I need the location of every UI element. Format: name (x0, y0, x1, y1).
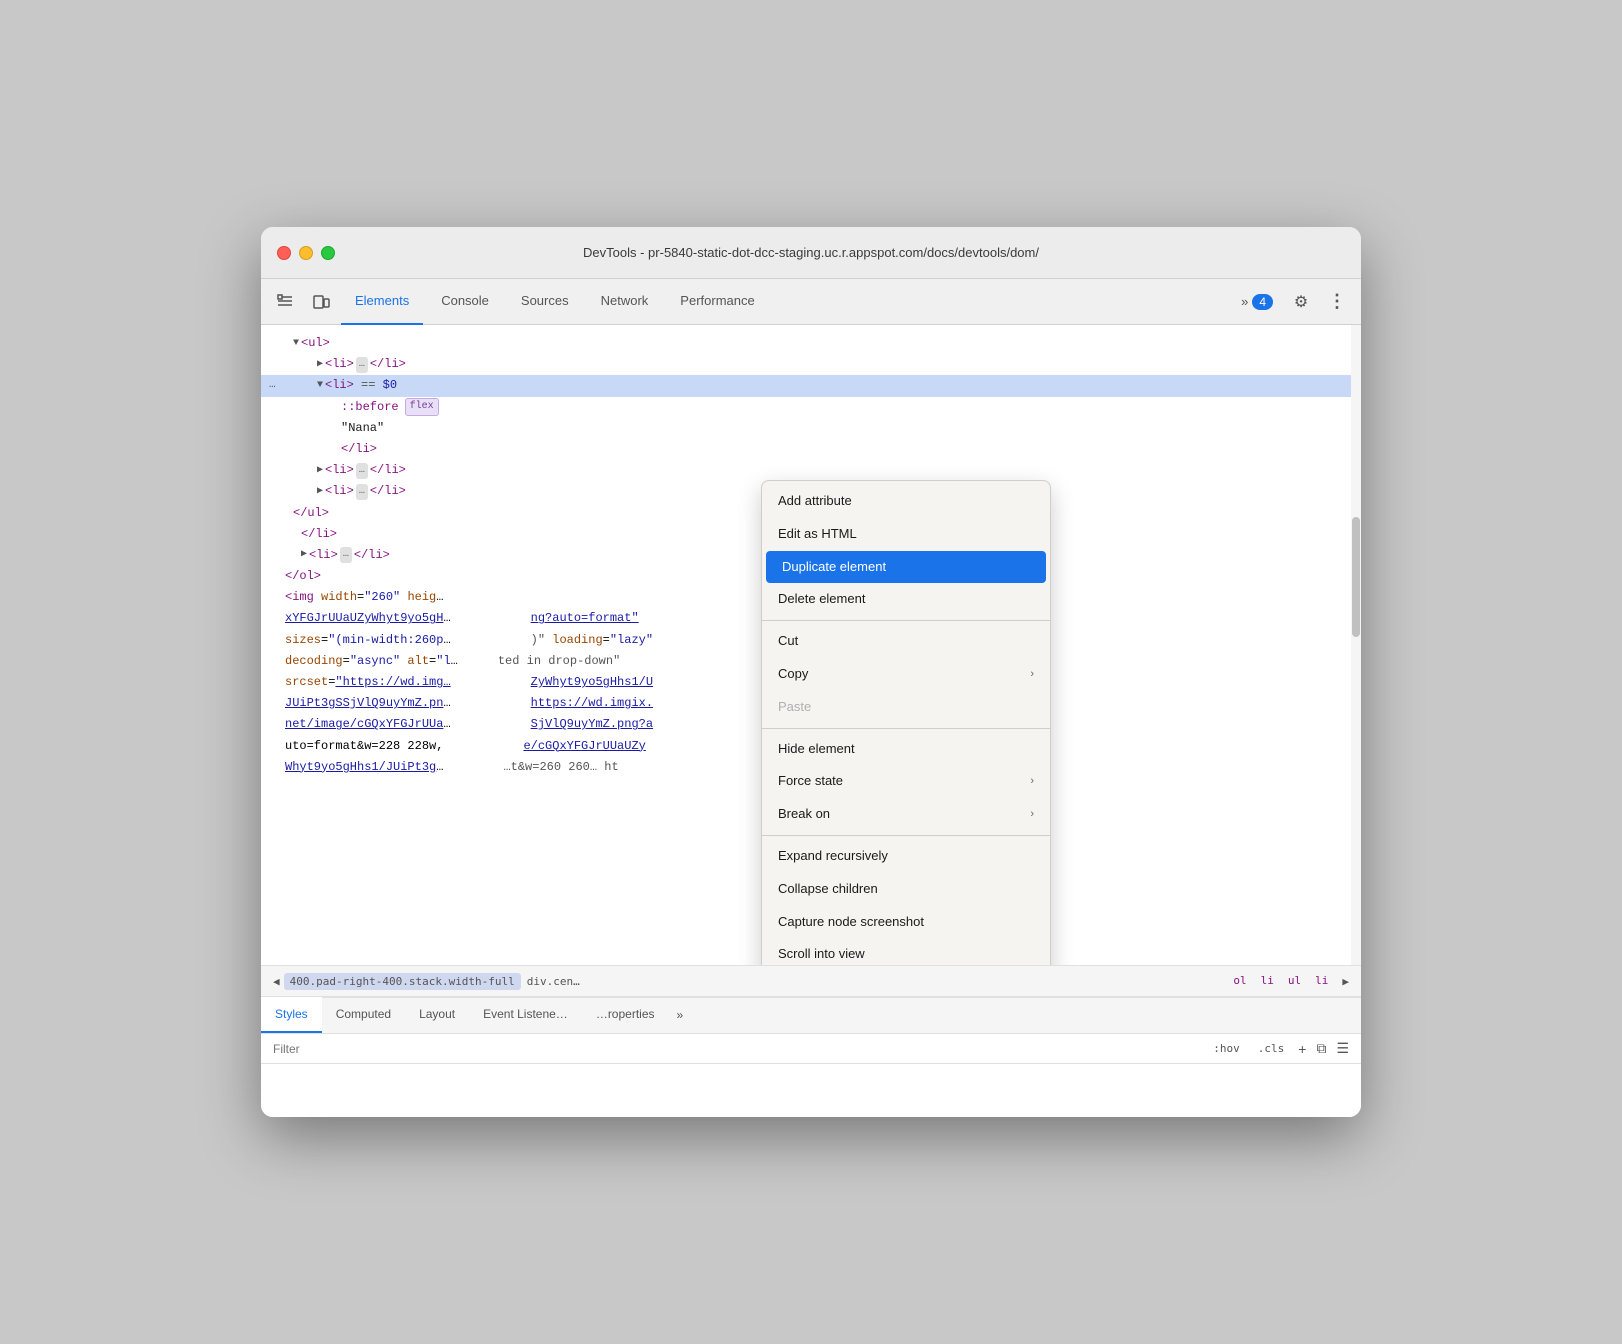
submenu-arrow: › (1030, 666, 1034, 684)
tab-event-listeners[interactable]: Event Listene… (469, 997, 582, 1033)
tab-network[interactable]: Network (587, 279, 663, 325)
tab-styles[interactable]: Styles (261, 997, 322, 1033)
maximize-button[interactable] (321, 246, 335, 260)
traffic-lights (277, 246, 335, 260)
close-button[interactable] (277, 246, 291, 260)
dom-line-selected[interactable]: … ▼ <li> == $0 (261, 375, 1361, 396)
styles-actions: :hov .cls + ⧉ ☰ (1209, 1040, 1349, 1057)
styles-tabs: Styles Computed Layout Event Listene… …r… (261, 998, 1361, 1034)
breadcrumb-type-ol[interactable]: ol (1229, 973, 1250, 990)
dom-line[interactable]: ▶ <li> … </li> (261, 354, 1361, 375)
breadcrumb-types: ol li ul li ▶ (1229, 973, 1353, 990)
ctx-separator (762, 728, 1050, 729)
ctx-cut[interactable]: Cut (762, 625, 1050, 658)
breadcrumb-bar: ◀ 400.pad-right-400.stack.width-full div… (261, 965, 1361, 997)
ctx-separator (762, 620, 1050, 621)
add-style-icon[interactable]: + (1298, 1041, 1306, 1057)
dom-line[interactable]: ▶ <li> … </li> (261, 460, 1361, 481)
scrollbar-thumb[interactable] (1352, 517, 1360, 637)
context-dots[interactable]: … (269, 377, 276, 395)
submenu-arrow: › (1030, 806, 1034, 824)
dom-panel[interactable]: ▼ <ul> ▶ <li> … </li> … ▼ <li> == $0 ::b… (261, 325, 1361, 965)
minimize-button[interactable] (299, 246, 313, 260)
ctx-copy[interactable]: Copy › (762, 658, 1050, 691)
devtools-toolbar: Elements Console Sources Network Perform… (261, 279, 1361, 325)
styles-toolbar: :hov .cls + ⧉ ☰ (261, 1034, 1361, 1064)
breadcrumb-type-li2[interactable]: li (1311, 973, 1332, 990)
ellipsis-button[interactable]: … (356, 357, 368, 373)
tab-computed[interactable]: Computed (322, 997, 405, 1033)
ctx-expand-recursively[interactable]: Expand recursively (762, 840, 1050, 873)
scrollbar[interactable] (1351, 325, 1361, 965)
expand-icon[interactable]: ▼ (293, 336, 299, 352)
breadcrumb-type-ul[interactable]: ul (1284, 973, 1305, 990)
copy-style-icon[interactable]: ⧉ (1316, 1040, 1326, 1057)
ellipsis-button[interactable]: … (340, 547, 352, 563)
filter-input[interactable] (273, 1042, 1209, 1056)
devtools-window: DevTools - pr-5840-static-dot-dcc-stagin… (261, 227, 1361, 1117)
ellipsis-button[interactable]: … (356, 484, 368, 500)
inspect-icon[interactable] (269, 286, 301, 318)
ctx-paste: Paste (762, 691, 1050, 724)
flex-badge: flex (405, 398, 439, 416)
breadcrumb-type-li[interactable]: li (1257, 973, 1278, 990)
ellipsis-button[interactable]: … (356, 463, 368, 479)
more-tabs-button[interactable]: » 4 (1233, 290, 1281, 314)
dom-line[interactable]: </li> (261, 439, 1361, 460)
ctx-force-state[interactable]: Force state › (762, 765, 1050, 798)
expand-icon[interactable]: ▶ (317, 357, 323, 373)
device-toolbar-icon[interactable] (305, 286, 337, 318)
ctx-collapse-children[interactable]: Collapse children (762, 873, 1050, 906)
more-options-icon[interactable]: ⋮ (1321, 286, 1353, 318)
context-menu: Add attribute Edit as HTML Duplicate ele… (761, 480, 1051, 965)
dom-line[interactable]: ▼ <ul> (261, 333, 1361, 354)
ctx-delete-element[interactable]: Delete element (762, 583, 1050, 616)
breadcrumb-forward[interactable]: ▶ (1338, 973, 1353, 990)
expand-icon[interactable]: ▶ (317, 463, 323, 479)
settings-icon[interactable]: ⚙ (1285, 286, 1317, 318)
ctx-scroll-into-view[interactable]: Scroll into view (762, 938, 1050, 965)
ctx-edit-as-html[interactable]: Edit as HTML (762, 518, 1050, 551)
breadcrumb-item[interactable]: 400.pad-right-400.stack.width-full (284, 973, 521, 990)
ctx-separator (762, 835, 1050, 836)
ctx-break-on[interactable]: Break on › (762, 798, 1050, 831)
toggle-style-icon[interactable]: ☰ (1336, 1040, 1349, 1057)
hov-button[interactable]: :hov (1209, 1040, 1244, 1057)
expand-icon[interactable]: ▶ (301, 547, 307, 563)
ctx-hide-element[interactable]: Hide element (762, 733, 1050, 766)
dom-line[interactable]: "Nana" (261, 418, 1361, 439)
submenu-arrow: › (1030, 773, 1034, 791)
tab-properties[interactable]: …roperties (582, 997, 669, 1033)
expand-icon[interactable]: ▶ (317, 484, 323, 500)
devtools-main: ▼ <ul> ▶ <li> … </li> … ▼ <li> == $0 ::b… (261, 325, 1361, 1117)
tab-elements[interactable]: Elements (341, 279, 423, 325)
breadcrumb-item[interactable]: div.cen… (521, 973, 586, 990)
breadcrumb-back[interactable]: ◀ (269, 973, 284, 990)
more-style-tabs[interactable]: » (669, 997, 692, 1033)
tab-performance[interactable]: Performance (666, 279, 768, 325)
expand-icon[interactable]: ▼ (317, 378, 323, 394)
tab-console[interactable]: Console (427, 279, 503, 325)
styles-panel: Styles Computed Layout Event Listene… …r… (261, 997, 1361, 1117)
ctx-duplicate-element[interactable]: Duplicate element (766, 551, 1046, 584)
tab-sources[interactable]: Sources (507, 279, 583, 325)
ctx-capture-screenshot[interactable]: Capture node screenshot (762, 906, 1050, 939)
ctx-add-attribute[interactable]: Add attribute (762, 485, 1050, 518)
dom-line[interactable]: ::before flex (261, 397, 1361, 418)
tab-layout[interactable]: Layout (405, 997, 469, 1033)
window-title: DevTools - pr-5840-static-dot-dcc-stagin… (583, 245, 1039, 260)
titlebar: DevTools - pr-5840-static-dot-dcc-stagin… (261, 227, 1361, 279)
console-badge: 4 (1252, 294, 1273, 310)
cls-button[interactable]: .cls (1254, 1040, 1289, 1057)
